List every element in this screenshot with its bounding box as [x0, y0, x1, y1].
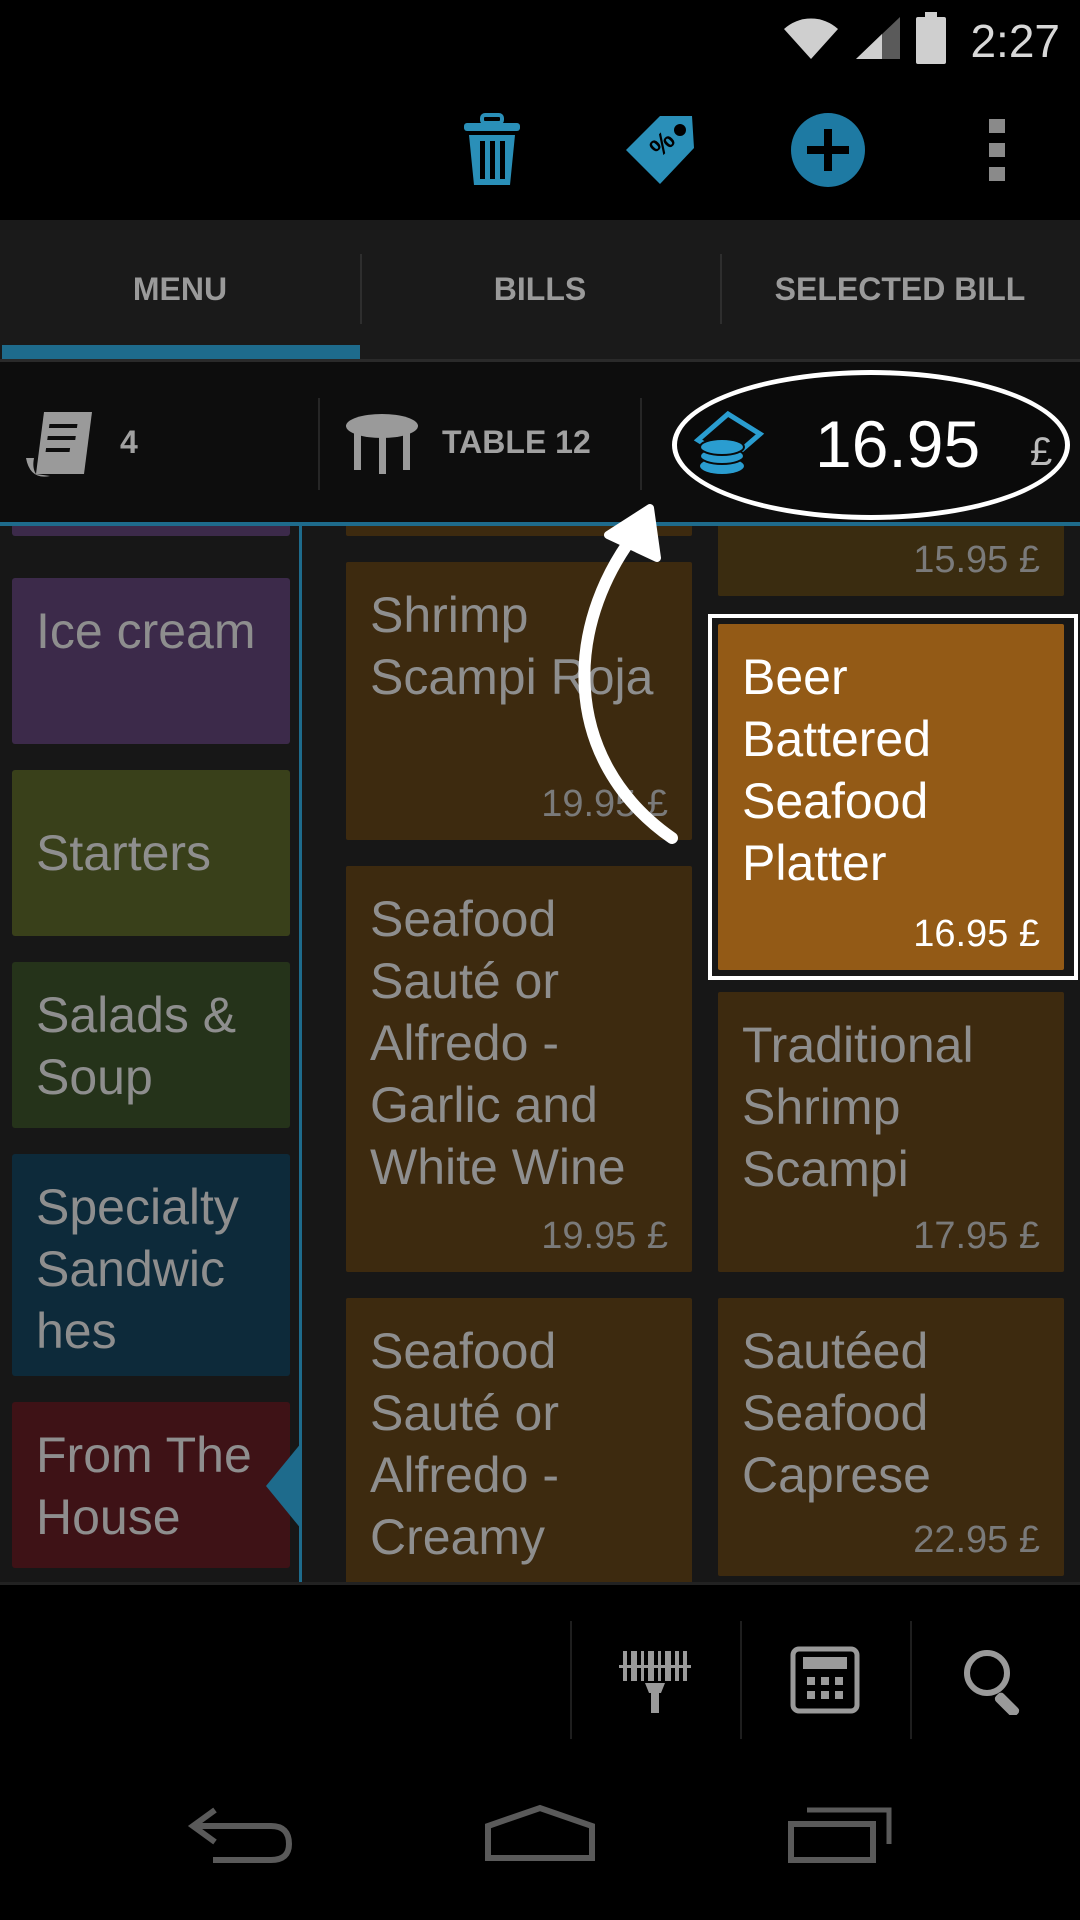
status-bar: 2:27	[0, 0, 1080, 80]
bill-info-bar: 4 TABLE 12 16.95 £	[0, 362, 1080, 526]
category-salads-soup[interactable]: Salads & Soup	[12, 962, 290, 1128]
battery-icon	[916, 12, 947, 69]
overflow-menu-icon[interactable]	[955, 108, 1039, 192]
divider	[570, 1621, 572, 1739]
tab-menu[interactable]: MENU	[0, 220, 360, 359]
item-name: Shrimp Scampi Roja	[370, 587, 654, 705]
category-ice-cream[interactable]: Ice cream	[12, 578, 290, 744]
menu-item-sauteed-seafood-caprese[interactable]: Sautéed Seafood Caprese 22.95 £	[718, 1298, 1064, 1576]
tab-bills[interactable]: BILLS	[360, 220, 720, 359]
menu-item-seafood-saute-creamy[interactable]: Seafood Sauté or Alfredo - Creamy	[346, 1298, 692, 1582]
item-price: 15.95 £	[913, 539, 1040, 581]
category-from-the-house[interactable]: From The House	[12, 1402, 290, 1568]
item-name: Beer Battered Seafood Platter	[742, 649, 932, 891]
item-name: Seafood Sauté or Alfredo - Garlic and Wh…	[370, 891, 626, 1195]
table-label[interactable]: TABLE 12	[442, 424, 591, 461]
table-icon[interactable]	[344, 412, 420, 483]
category-specialty-sandwiches[interactable]: Specialty Sandwic hes	[12, 1154, 290, 1376]
status-time: 2:27	[970, 14, 1060, 67]
item-price: 17.95 £	[913, 1215, 1040, 1257]
tab-selected-bill[interactable]: SELECTED BILL	[720, 220, 1080, 359]
item-price: 19.95 £	[541, 1215, 668, 1257]
back-icon[interactable]	[170, 1784, 310, 1884]
wifi-icon	[782, 15, 840, 66]
menu-item-shrimp-scampi-roja[interactable]: Shrimp Scampi Roja 19.95 £	[346, 562, 692, 840]
action-bar: %	[0, 80, 1080, 220]
category-item-partial[interactable]	[12, 526, 290, 536]
menu-item-seafood-saute-garlic[interactable]: Seafood Sauté or Alfredo - Garlic and Wh…	[346, 866, 692, 1272]
add-icon[interactable]	[786, 108, 870, 192]
category-starters[interactable]: Starters	[12, 770, 290, 936]
divider	[910, 1621, 912, 1739]
menu-content: Ice cream Starters Salads & Soup Special…	[0, 526, 1080, 1582]
receipt-count: 4	[120, 424, 138, 460]
receipt-icon[interactable]	[22, 406, 98, 487]
item-name: Seafood Sauté or Alfredo - Creamy	[370, 1323, 560, 1565]
divider	[640, 398, 642, 490]
bill-total: 16.95	[815, 407, 981, 481]
system-nav-bar	[0, 1748, 1080, 1920]
discount-tag-icon[interactable]: %	[618, 108, 702, 192]
menu-item-traditional-shrimp-scampi[interactable]: Traditional Shrimp Scampi 17.95 £	[718, 992, 1064, 1272]
menu-item-partial[interactable]	[346, 526, 692, 536]
recent-apps-icon[interactable]	[770, 1784, 910, 1884]
calculator-icon[interactable]	[770, 1625, 880, 1735]
divider	[318, 398, 320, 490]
item-name: Traditional Shrimp Scampi	[742, 1017, 974, 1197]
home-icon[interactable]	[470, 1784, 610, 1884]
bottom-toolbar	[0, 1582, 1080, 1748]
item-price: 16.95 £	[913, 913, 1040, 955]
menu-item-beer-battered-seafood-platter[interactable]: Beer Battered Seafood Platter 16.95 £	[718, 624, 1064, 970]
currency-symbol: £	[1030, 430, 1053, 474]
menu-item-partial-top[interactable]: 15.95 £	[718, 526, 1064, 596]
barcode-scanner-icon[interactable]	[600, 1625, 710, 1735]
payment-icon[interactable]	[688, 406, 768, 489]
selected-category-indicator	[266, 1442, 302, 1530]
item-price: 19.95 £	[541, 783, 668, 825]
category-list: Ice cream Starters Salads & Soup Special…	[0, 526, 302, 1582]
item-name: Sautéed Seafood Caprese	[742, 1323, 931, 1503]
signal-icon	[854, 15, 902, 66]
divider	[740, 1621, 742, 1739]
item-price: 22.95 £	[913, 1519, 1040, 1561]
search-icon[interactable]	[940, 1625, 1050, 1735]
tab-bar: MENU BILLS SELECTED BILL	[0, 220, 1080, 362]
trash-icon[interactable]	[450, 108, 534, 192]
